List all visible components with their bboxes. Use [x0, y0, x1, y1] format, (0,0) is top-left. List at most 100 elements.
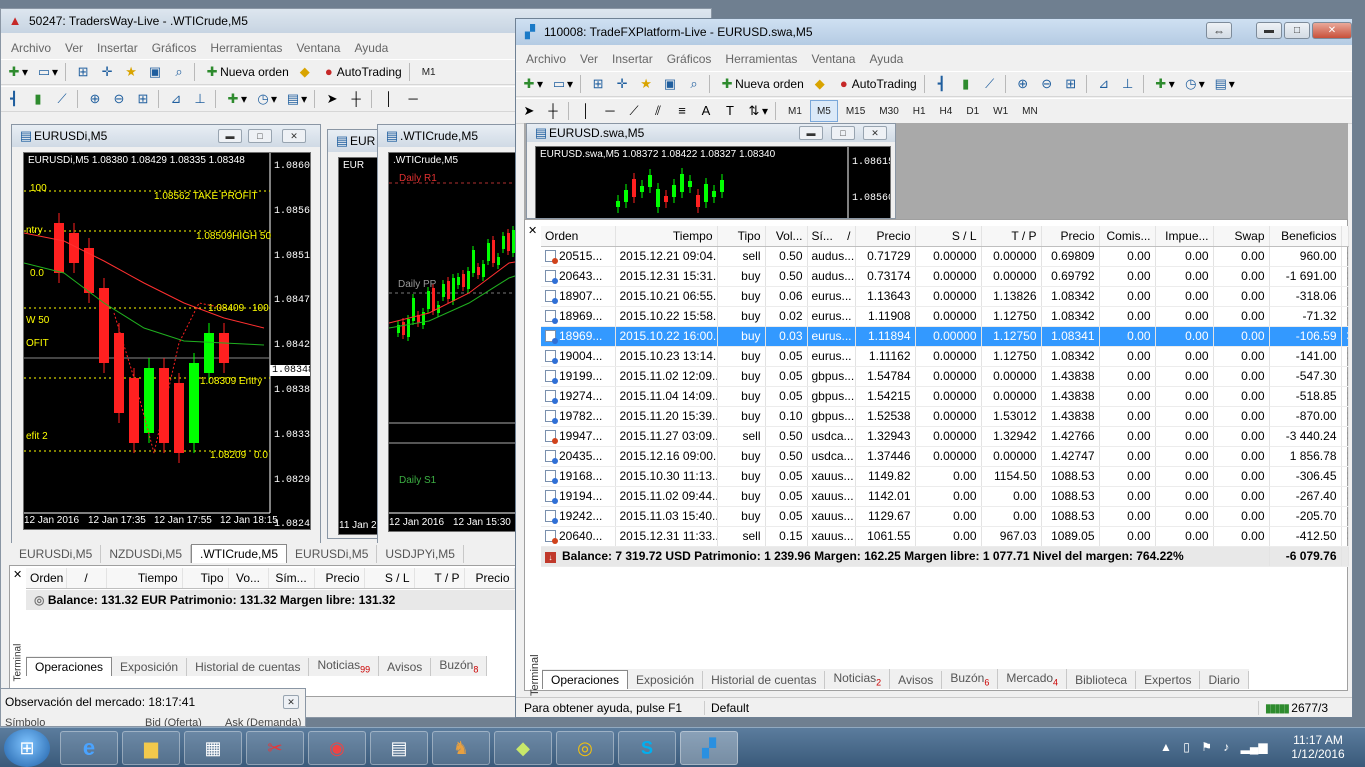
- order-row[interactable]: 19947... 2015.11.27 03:09... sell 0.50 usdca…: [541, 426, 1349, 447]
- menu-ventana[interactable]: Ventana: [811, 52, 855, 66]
- close-order-icon[interactable]: ✕: [1341, 426, 1349, 447]
- col-comision[interactable]: Comis...: [1099, 226, 1156, 247]
- taskbar-tradefx[interactable]: ▞: [680, 731, 738, 765]
- text-button[interactable]: A: [695, 100, 717, 122]
- close-order-icon[interactable]: ✕: [1341, 306, 1349, 327]
- new-chart-button[interactable]: ✚ ▾: [518, 73, 546, 95]
- order-row[interactable]: 19274... 2015.11.04 14:09... buy 0.05 gbpus.…: [541, 386, 1349, 407]
- taskbar-explorer[interactable]: ▆: [122, 731, 180, 765]
- col-volumen[interactable]: Vol...: [765, 226, 808, 247]
- tf-d1-button[interactable]: D1: [960, 100, 985, 122]
- menu-archivo[interactable]: Archivo: [11, 41, 51, 55]
- tab-mercado[interactable]: Mercado4: [998, 668, 1068, 689]
- taskbar-calculator[interactable]: ▦: [184, 731, 242, 765]
- close-button[interactable]: ✕: [863, 126, 887, 140]
- navigator-button[interactable]: ✛: [611, 73, 633, 95]
- trendline-button[interactable]: ⟋: [623, 100, 645, 122]
- chart-window-eurusd-swa[interactable]: ▤ EURUSD.swa,M5 ▬ □ ✕ EURUSD.swa,M5 1.083…: [526, 123, 896, 219]
- taskbar-chrome[interactable]: ◎: [556, 731, 614, 765]
- terminal-button[interactable]: ▣: [659, 73, 681, 95]
- crosshair-button[interactable]: ┼: [345, 88, 367, 110]
- order-row[interactable]: 19242... 2015.11.03 15:40... buy 0.05 xauus.…: [541, 506, 1349, 527]
- close-order-icon[interactable]: ✕: [1341, 346, 1349, 367]
- autoscroll-button[interactable]: ⊿: [165, 88, 187, 110]
- order-row[interactable]: 18969... 2015.10.22 15:58... buy 0.02 eurus.…: [541, 306, 1349, 327]
- menu-ver[interactable]: Ver: [65, 41, 83, 55]
- window-title-bar[interactable]: ▞ 110008: TradeFXPlatform-Live - EURUSD.…: [516, 19, 1352, 45]
- col-simbolo[interactable]: Sím...: [268, 568, 315, 589]
- close-order-icon[interactable]: ✕: [1341, 406, 1349, 427]
- zoom-out-button[interactable]: ⊖: [1036, 73, 1058, 95]
- tab-operaciones[interactable]: Operaciones: [542, 670, 629, 689]
- tf-w1-button[interactable]: W1: [987, 100, 1014, 122]
- zoom-out-button[interactable]: ⊖: [108, 88, 130, 110]
- autotrading-button[interactable]: ● AutoTrading: [318, 61, 405, 83]
- bar-chart-button[interactable]: ┫: [931, 73, 953, 95]
- tf-h4-button[interactable]: H4: [934, 100, 959, 122]
- horizontal-line-button[interactable]: ─: [402, 88, 424, 110]
- minimize-button[interactable]: ▬: [1256, 22, 1282, 39]
- minimize-button[interactable]: ▬: [218, 129, 242, 143]
- taskbar-app-red[interactable]: ◉: [308, 731, 366, 765]
- tab-buzon[interactable]: Buzón8: [431, 655, 488, 676]
- menu-archivo[interactable]: Archivo: [526, 52, 566, 66]
- chart-tab-eurusdi-2[interactable]: EURUSDi,M5: [287, 545, 378, 563]
- tab-exposicion[interactable]: Exposición: [628, 671, 704, 689]
- chart-shift-button[interactable]: ⊥: [1117, 73, 1139, 95]
- tester-button[interactable]: ⌕: [168, 61, 190, 83]
- periods-button[interactable]: ◷ ▾: [252, 88, 280, 110]
- col-orden[interactable]: Orden: [26, 568, 67, 589]
- line-chart-button[interactable]: ⟋: [979, 73, 1001, 95]
- col-precio[interactable]: Precio: [855, 226, 916, 247]
- col-precio-actual[interactable]: Precio: [1041, 226, 1100, 247]
- menu-insertar[interactable]: Insertar: [612, 52, 653, 66]
- bar-chart-button[interactable]: ┫: [3, 88, 25, 110]
- periods-button[interactable]: ◷ ▾: [1180, 73, 1208, 95]
- eurusdi-chart[interactable]: EURUSDi,M5 1.08380 1.08429 1.08335 1.083…: [23, 152, 311, 530]
- tab-noticias[interactable]: Noticias99: [309, 655, 380, 676]
- tester-button[interactable]: ⌕: [683, 73, 705, 95]
- close-button[interactable]: ✕: [282, 129, 306, 143]
- chart-tab-nzdusdi[interactable]: NZDUSDi,M5: [101, 545, 192, 563]
- order-row[interactable]: 20435... 2015.12.16 09:00... buy 0.50 usdca.…: [541, 446, 1349, 467]
- close-order-icon[interactable]: ✕: [1341, 526, 1349, 547]
- templates-button[interactable]: ▤ ▾: [282, 88, 310, 110]
- candle-chart-button[interactable]: ▮: [955, 73, 977, 95]
- chart-window-eurusdi[interactable]: ▤ EURUSDi,M5 ▬ □ ✕ EURUSDi,M5 1.08380 1.0…: [11, 124, 321, 544]
- maximize-button[interactable]: □: [831, 126, 855, 140]
- menu-ventana[interactable]: Ventana: [296, 41, 340, 55]
- favorites-button[interactable]: ★: [120, 61, 142, 83]
- chart-window-wticrude[interactable]: ▤ .WTICrude,M5 .WTICrude,M5 Daily R1 Dail…: [377, 124, 527, 544]
- navigator-button[interactable]: ✛: [96, 61, 118, 83]
- taskbar-mt4[interactable]: ♞: [432, 731, 490, 765]
- col-orden[interactable]: Orden: [541, 226, 616, 247]
- close-order-icon[interactable]: ✕: [1341, 286, 1349, 307]
- tile-windows-button[interactable]: ⊞: [132, 88, 154, 110]
- channel-button[interactable]: ⫽: [647, 100, 669, 122]
- col-swap[interactable]: Swap: [1213, 226, 1270, 247]
- indicators-button[interactable]: ✚ ▾: [222, 88, 250, 110]
- profiles-button[interactable]: ▭ ▾: [33, 61, 61, 83]
- col-ask[interactable]: Ask (Demanda): [225, 717, 301, 726]
- metaeditor-button[interactable]: ◆: [294, 61, 316, 83]
- tab-avisos[interactable]: Avisos: [379, 658, 432, 676]
- order-row[interactable]: 20515... 2015.12.21 09:04... sell 0.50 audus…: [541, 246, 1349, 267]
- col-precio-actual[interactable]: Precio: [464, 568, 515, 589]
- cursor-button[interactable]: ➤: [518, 100, 540, 122]
- col-volumen[interactable]: Vo...: [228, 568, 269, 589]
- chart-shift-button[interactable]: ⊥: [189, 88, 211, 110]
- vertical-line-button[interactable]: │: [575, 100, 597, 122]
- col-simbolo[interactable]: Sí... /: [807, 226, 856, 247]
- order-row[interactable]: 18907... 2015.10.21 06:55... buy 0.06 eurus.…: [541, 286, 1349, 307]
- close-order-icon[interactable]: ✕: [1341, 386, 1349, 407]
- tf-m1-button[interactable]: M1: [782, 100, 808, 122]
- order-row[interactable]: 19782... 2015.11.20 15:39... buy 0.10 gbpus.…: [541, 406, 1349, 427]
- new-order-button[interactable]: ✚ Nueva orden: [201, 61, 292, 83]
- chart-tab-usdjpyi[interactable]: USDJPYi,M5: [377, 545, 464, 563]
- fibonacci-button[interactable]: ≡: [671, 100, 693, 122]
- profiles-button[interactable]: ▭ ▾: [548, 73, 576, 95]
- tf-m5-button[interactable]: M5: [809, 100, 838, 122]
- eurusd-swa-chart[interactable]: EURUSD.swa,M5 1.08372 1.08422 1.08327 1.…: [535, 146, 891, 218]
- col-bid[interactable]: Bid (Oferta): [145, 717, 225, 726]
- menu-graficos[interactable]: Gráficos: [152, 41, 197, 55]
